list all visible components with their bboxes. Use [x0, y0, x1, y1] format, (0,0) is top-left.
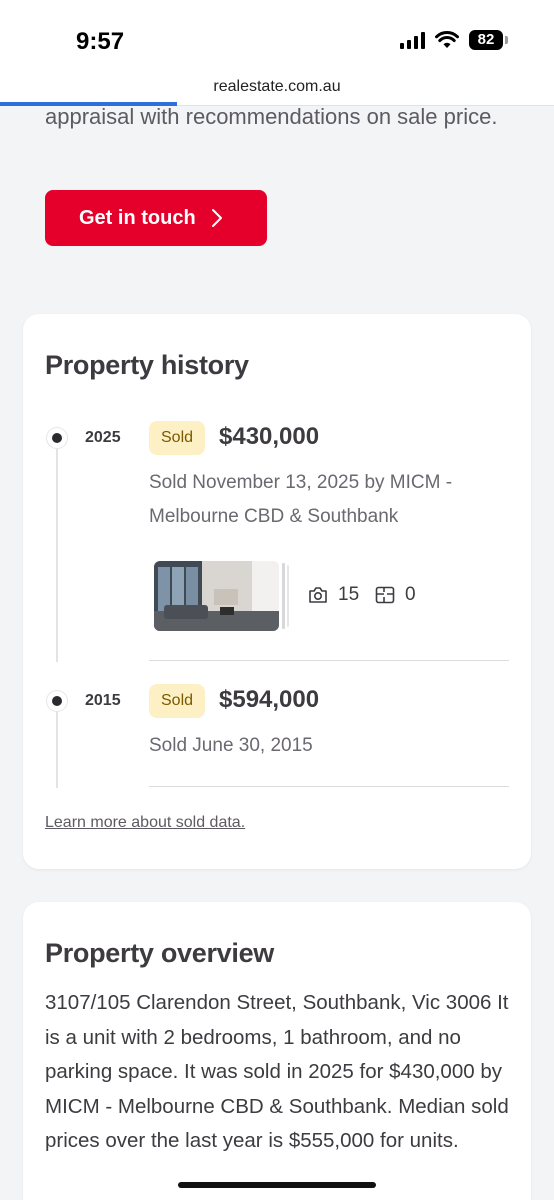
- home-indicator[interactable]: [178, 1182, 376, 1188]
- listing-photo-stack[interactable]: [154, 561, 294, 633]
- property-history-title: Property history: [45, 350, 249, 380]
- appraisal-intro-text: appraisal with recommendations on sale p…: [45, 104, 498, 129]
- listing-photo-thumbnail[interactable]: [154, 561, 279, 631]
- battery-icon: 82: [469, 30, 508, 50]
- property-overview-title: Property overview: [45, 938, 275, 968]
- chevron-right-icon: [211, 209, 222, 227]
- sold-description: Sold June 30, 2015: [149, 735, 313, 756]
- photo-count[interactable]: 15: [308, 584, 359, 606]
- sold-badge: Sold: [149, 684, 206, 718]
- timeline-dot: [47, 428, 67, 448]
- history-divider: [149, 786, 509, 787]
- status-icons: 82: [400, 30, 508, 50]
- get-in-touch-button[interactable]: Get in touch: [45, 190, 267, 246]
- history-year: 2015: [85, 692, 121, 709]
- property-overview-card: Property overview 3107/105 Clarendon Str…: [23, 902, 531, 1200]
- property-overview-text: 3107/105 Clarendon Street, Southbank, Vi…: [45, 991, 509, 1152]
- battery-level: 82: [469, 30, 503, 50]
- url-text[interactable]: realestate.com.au: [0, 72, 554, 102]
- property-history-card: Property history 2025 Sold $430,000 Sold…: [23, 314, 531, 869]
- sold-description: Sold November 13, 2025 by MICM - Melbour…: [149, 472, 453, 527]
- history-divider: [149, 660, 509, 661]
- photo-count-value: 15: [338, 584, 360, 605]
- sold-price: $430,000: [219, 423, 320, 450]
- floorplan-icon: [375, 586, 395, 604]
- history-year: 2025: [85, 429, 121, 446]
- cellular-signal-icon: [400, 31, 425, 49]
- sold-badge: Sold: [149, 421, 206, 455]
- floorplan-count-value: 0: [405, 584, 416, 605]
- timeline-line: [56, 704, 58, 788]
- status-bar: 9:57 82: [0, 0, 554, 72]
- timeline-line: [56, 434, 58, 662]
- camera-icon: [309, 587, 327, 603]
- timeline-dot: [47, 691, 67, 711]
- status-time: 9:57: [76, 28, 125, 55]
- wifi-icon: [435, 31, 459, 48]
- sold-price: $594,000: [219, 686, 320, 713]
- learn-more-sold-data-link[interactable]: Learn more about sold data.: [45, 814, 245, 832]
- floorplan-count[interactable]: 0: [375, 584, 416, 606]
- get-in-touch-label: Get in touch: [79, 206, 196, 229]
